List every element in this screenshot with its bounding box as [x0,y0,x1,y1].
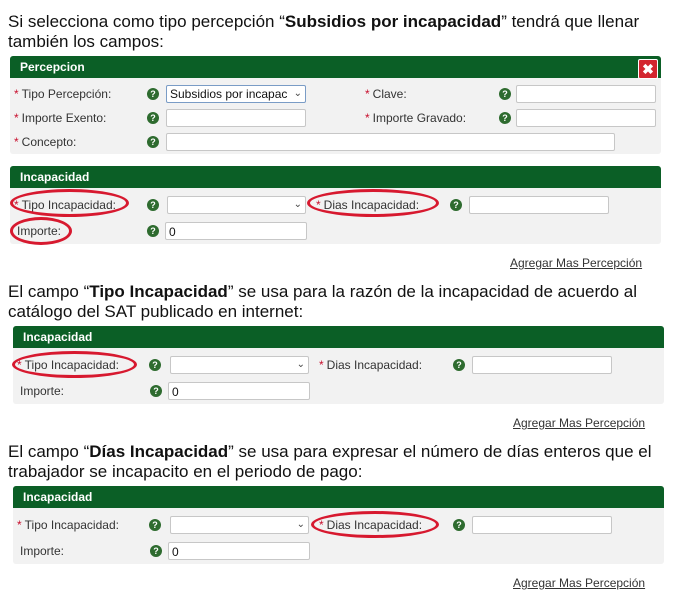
agregar-mas-percepcion-link[interactable]: Agregar Mas Percepción [513,576,645,590]
dias-incapacidad-input[interactable] [469,196,609,214]
importe-input[interactable]: 0 [165,222,307,240]
clave-label: * Clave: [365,87,407,101]
tipo-incapacidad-label: * Tipo Incapacidad: [17,518,119,532]
tipo-percepcion-select[interactable]: Subsidios por incapac ⌄ [166,85,306,103]
agregar-mas-percepcion-link[interactable]: Agregar Mas Percepción [513,416,645,430]
chevron-down-icon: ⌄ [296,519,305,530]
chevron-down-icon: ⌄ [296,359,305,370]
agregar-mas-percepcion-link[interactable]: Agregar Mas Percepción [510,256,642,270]
help-icon[interactable]: ? [147,136,159,148]
concepto-label: * Concepto: [14,135,77,149]
help-icon[interactable]: ? [149,359,161,371]
help-icon[interactable]: ? [150,385,162,397]
help-icon[interactable]: ? [150,545,162,557]
help-icon[interactable]: ? [147,112,159,124]
dias-incapacidad-input[interactable] [472,356,612,374]
importe-label: Importe: [20,544,65,558]
dias-incapacidad-input[interactable] [472,516,612,534]
help-icon[interactable]: ? [453,519,465,531]
importe-exento-input[interactable] [166,109,306,127]
highlight-ellipse [311,511,439,538]
importe-gravado-label: * Importe Gravado: [365,111,467,125]
chevron-down-icon: ⌄ [293,88,302,99]
importe-exento-label: * Importe Exento: [14,111,107,125]
dias-incapacidad-label: * Dias Incapacidad: [319,358,423,372]
highlight-ellipse [10,189,129,217]
help-icon[interactable]: ? [450,199,462,211]
incapacidad-header: Incapacidad [13,486,664,508]
importe-gravado-input[interactable] [516,109,656,127]
percepcion-panel: Percepcion ✖ * Tipo Percepción: ? Subsidi… [10,56,661,154]
tipo-percepcion-label: * Tipo Percepción: [14,87,112,101]
importe-label: Importe: [20,384,65,398]
importe-input[interactable]: 0 [168,542,310,560]
percepcion-header: Percepcion ✖ [10,56,661,79]
clave-input[interactable] [516,85,656,103]
highlight-ellipse [12,351,137,378]
chevron-down-icon: ⌄ [293,199,302,210]
tipo-incapacidad-select[interactable]: ⌄ [170,356,309,374]
highlight-ellipse [10,217,72,245]
close-icon[interactable]: ✖ [638,59,658,79]
concepto-input[interactable] [166,133,615,151]
help-icon[interactable]: ? [499,112,511,124]
intro-paragraph: Si selecciona como tipo percepción “Subs… [8,12,640,51]
help-icon[interactable]: ? [453,359,465,371]
incapacidad-header: Incapacidad [10,166,661,188]
dias-incapacidad-paragraph: El campo “Días Incapacidad” se usa para … [8,442,652,481]
help-icon[interactable]: ? [147,199,159,211]
incapacidad-header: Incapacidad [13,326,664,348]
help-icon[interactable]: ? [147,225,159,237]
help-icon[interactable]: ? [499,88,511,100]
importe-input[interactable]: 0 [168,382,310,400]
help-icon[interactable]: ? [149,519,161,531]
tipo-incapacidad-select[interactable]: ⌄ [170,516,309,534]
help-icon[interactable]: ? [147,88,159,100]
tipo-incapacidad-select[interactable]: ⌄ [167,196,306,214]
highlight-ellipse [307,189,439,217]
tipo-incapacidad-paragraph: El campo “Tipo Incapacidad” se usa para … [8,282,638,321]
